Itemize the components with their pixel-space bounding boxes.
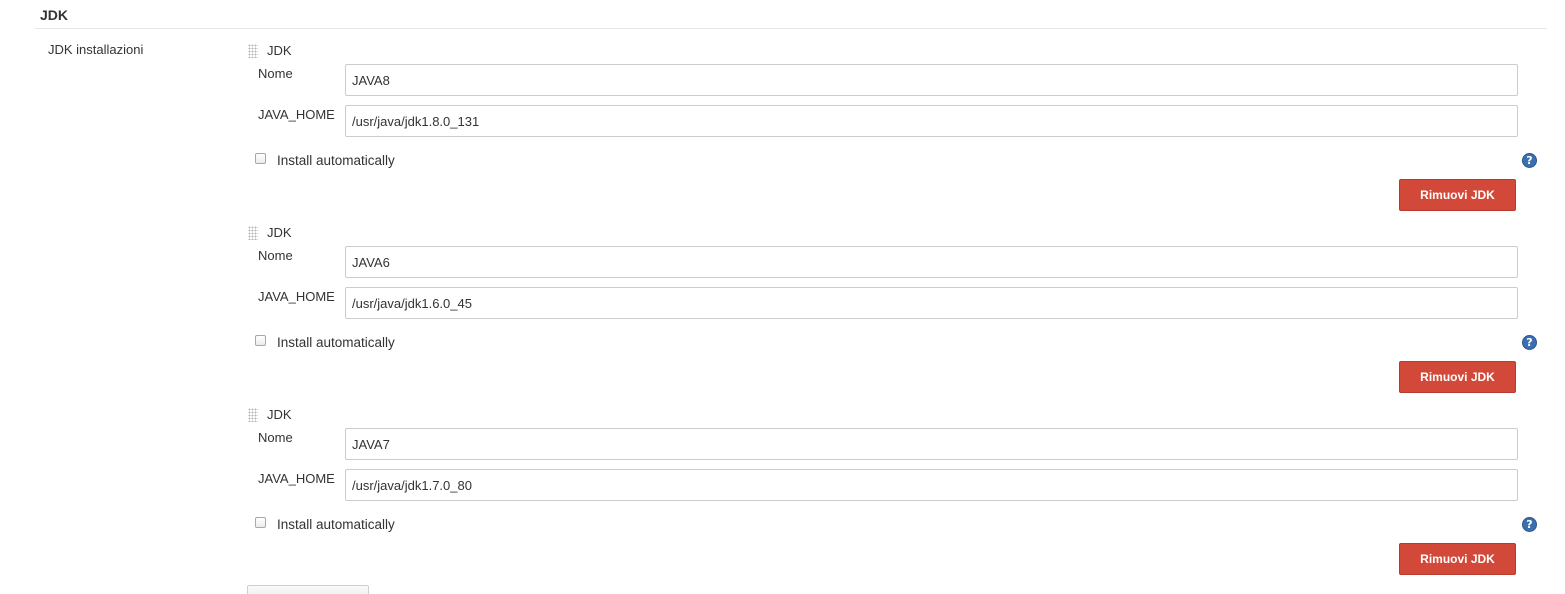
name-input[interactable]	[345, 246, 1518, 278]
remove-jdk-button[interactable]: Rimuovi JDK	[1399, 179, 1516, 211]
remove-jdk-button[interactable]: Rimuovi JDK	[1399, 543, 1516, 575]
drag-handle-icon[interactable]	[248, 44, 258, 58]
section-divider	[35, 28, 1547, 29]
install-automatically-label: Install automatically	[277, 153, 395, 168]
java-home-label: JAVA_HOME	[258, 107, 335, 122]
help-icon[interactable]: ?	[1522, 153, 1537, 168]
install-automatically-checkbox[interactable]	[255, 517, 266, 528]
java-home-label: JAVA_HOME	[258, 289, 335, 304]
name-label: Nome	[258, 430, 293, 445]
name-input[interactable]	[345, 428, 1518, 460]
jdk-entry: JDK Nome JAVA_HOME Install automatically…	[246, 406, 1546, 588]
name-label: Nome	[258, 248, 293, 263]
install-automatically-label: Install automatically	[277, 335, 395, 350]
drag-handle-icon[interactable]	[248, 226, 258, 240]
add-jdk-button[interactable]	[247, 585, 369, 594]
java-home-input[interactable]	[345, 287, 1518, 319]
java-home-label: JAVA_HOME	[258, 471, 335, 486]
install-automatically-checkbox[interactable]	[255, 153, 266, 164]
install-automatically-checkbox[interactable]	[255, 335, 266, 346]
section-title: JDK	[40, 7, 69, 23]
name-label: Nome	[258, 66, 293, 81]
install-automatically-label: Install automatically	[277, 517, 395, 532]
jdk-entry: JDK Nome JAVA_HOME Install automatically…	[246, 224, 1546, 406]
help-icon[interactable]: ?	[1522, 517, 1537, 532]
jdk-entry-title: JDK	[267, 225, 292, 240]
jdk-installations-label: JDK installazioni	[48, 42, 144, 57]
jdk-entry: JDK Nome JAVA_HOME Install automatically…	[246, 42, 1546, 224]
remove-jdk-button[interactable]: Rimuovi JDK	[1399, 361, 1516, 393]
help-icon[interactable]: ?	[1522, 335, 1537, 350]
jdk-configuration-page: JDK JDK installazioni JDK Nome JAVA_HOME…	[0, 0, 1565, 594]
name-input[interactable]	[345, 64, 1518, 96]
jdk-entry-title: JDK	[267, 43, 292, 58]
java-home-input[interactable]	[345, 105, 1518, 137]
jdk-entry-title: JDK	[267, 407, 292, 422]
drag-handle-icon[interactable]	[248, 408, 258, 422]
java-home-input[interactable]	[345, 469, 1518, 501]
